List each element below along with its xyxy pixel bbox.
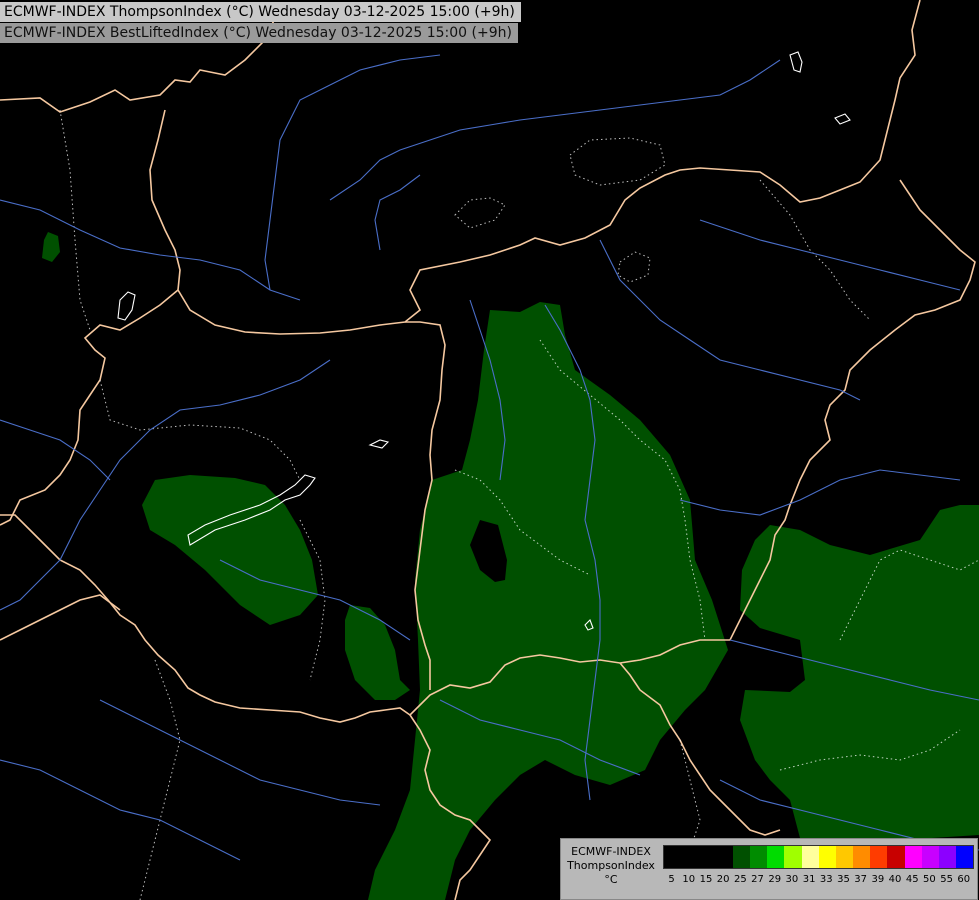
map-title-primary: ECMWF-INDEX ThompsonIndex (°C) Wednesday… xyxy=(0,2,521,22)
legend-swatch xyxy=(956,846,974,868)
legend-tick: 20 xyxy=(716,874,730,885)
legend-tick: 15 xyxy=(699,874,713,885)
legend-swatch xyxy=(784,846,802,868)
legend-swatch xyxy=(801,846,819,868)
legend-tick: 39 xyxy=(871,874,885,885)
legend-tick: 5 xyxy=(668,874,675,885)
weather-map xyxy=(0,0,979,900)
legend-model: ECMWF-INDEX xyxy=(571,845,651,858)
legend-swatch xyxy=(732,846,750,868)
legend-tick: 29 xyxy=(768,874,782,885)
legend-swatch xyxy=(870,846,888,868)
legend-tick: 60 xyxy=(957,874,971,885)
legend-tick: 33 xyxy=(819,874,833,885)
legend-unit: °C xyxy=(604,873,618,886)
legend-tick: 30 xyxy=(785,874,799,885)
legend-swatch xyxy=(698,846,716,868)
legend-tick: 50 xyxy=(923,874,936,885)
legend-swatch xyxy=(904,846,922,868)
legend-tick-labels: 5 10 15 20 25 27 29 30 31 33 35 37 39 40 45 50 55 60 xyxy=(663,874,972,885)
legend-swatch xyxy=(681,846,699,868)
map-title-secondary: ECMWF-INDEX BestLiftedIndex (°C) Wednesd… xyxy=(0,23,518,43)
legend-swatch xyxy=(835,846,854,868)
legend-tick: 31 xyxy=(802,874,816,885)
legend-swatch xyxy=(939,846,957,868)
legend-swatch xyxy=(887,846,905,868)
legend-swatch xyxy=(749,846,768,868)
legend-tick: 10 xyxy=(682,874,696,885)
legend-tick: 45 xyxy=(905,874,919,885)
legend-swatch xyxy=(664,846,682,868)
legend-tick: 37 xyxy=(854,874,868,885)
color-legend: ECMWF-INDEX ThompsonIndex °C 5 10 15 20 25 27… xyxy=(560,838,978,900)
legend-tick: 35 xyxy=(837,874,850,885)
legend-color-bar xyxy=(663,845,975,869)
legend-parameter: ThompsonIndex xyxy=(567,859,655,872)
legend-tick: 40 xyxy=(888,874,902,885)
legend-tick: 55 xyxy=(940,874,953,885)
legend-tick: 27 xyxy=(751,874,764,885)
legend-tick: 25 xyxy=(733,874,747,885)
legend-swatch xyxy=(853,846,871,868)
legend-swatch xyxy=(767,846,785,868)
legend-swatch xyxy=(715,846,733,868)
legend-swatch xyxy=(921,846,939,868)
legend-label: ECMWF-INDEX ThompsonIndex °C xyxy=(563,845,659,887)
legend-swatch xyxy=(818,846,836,868)
